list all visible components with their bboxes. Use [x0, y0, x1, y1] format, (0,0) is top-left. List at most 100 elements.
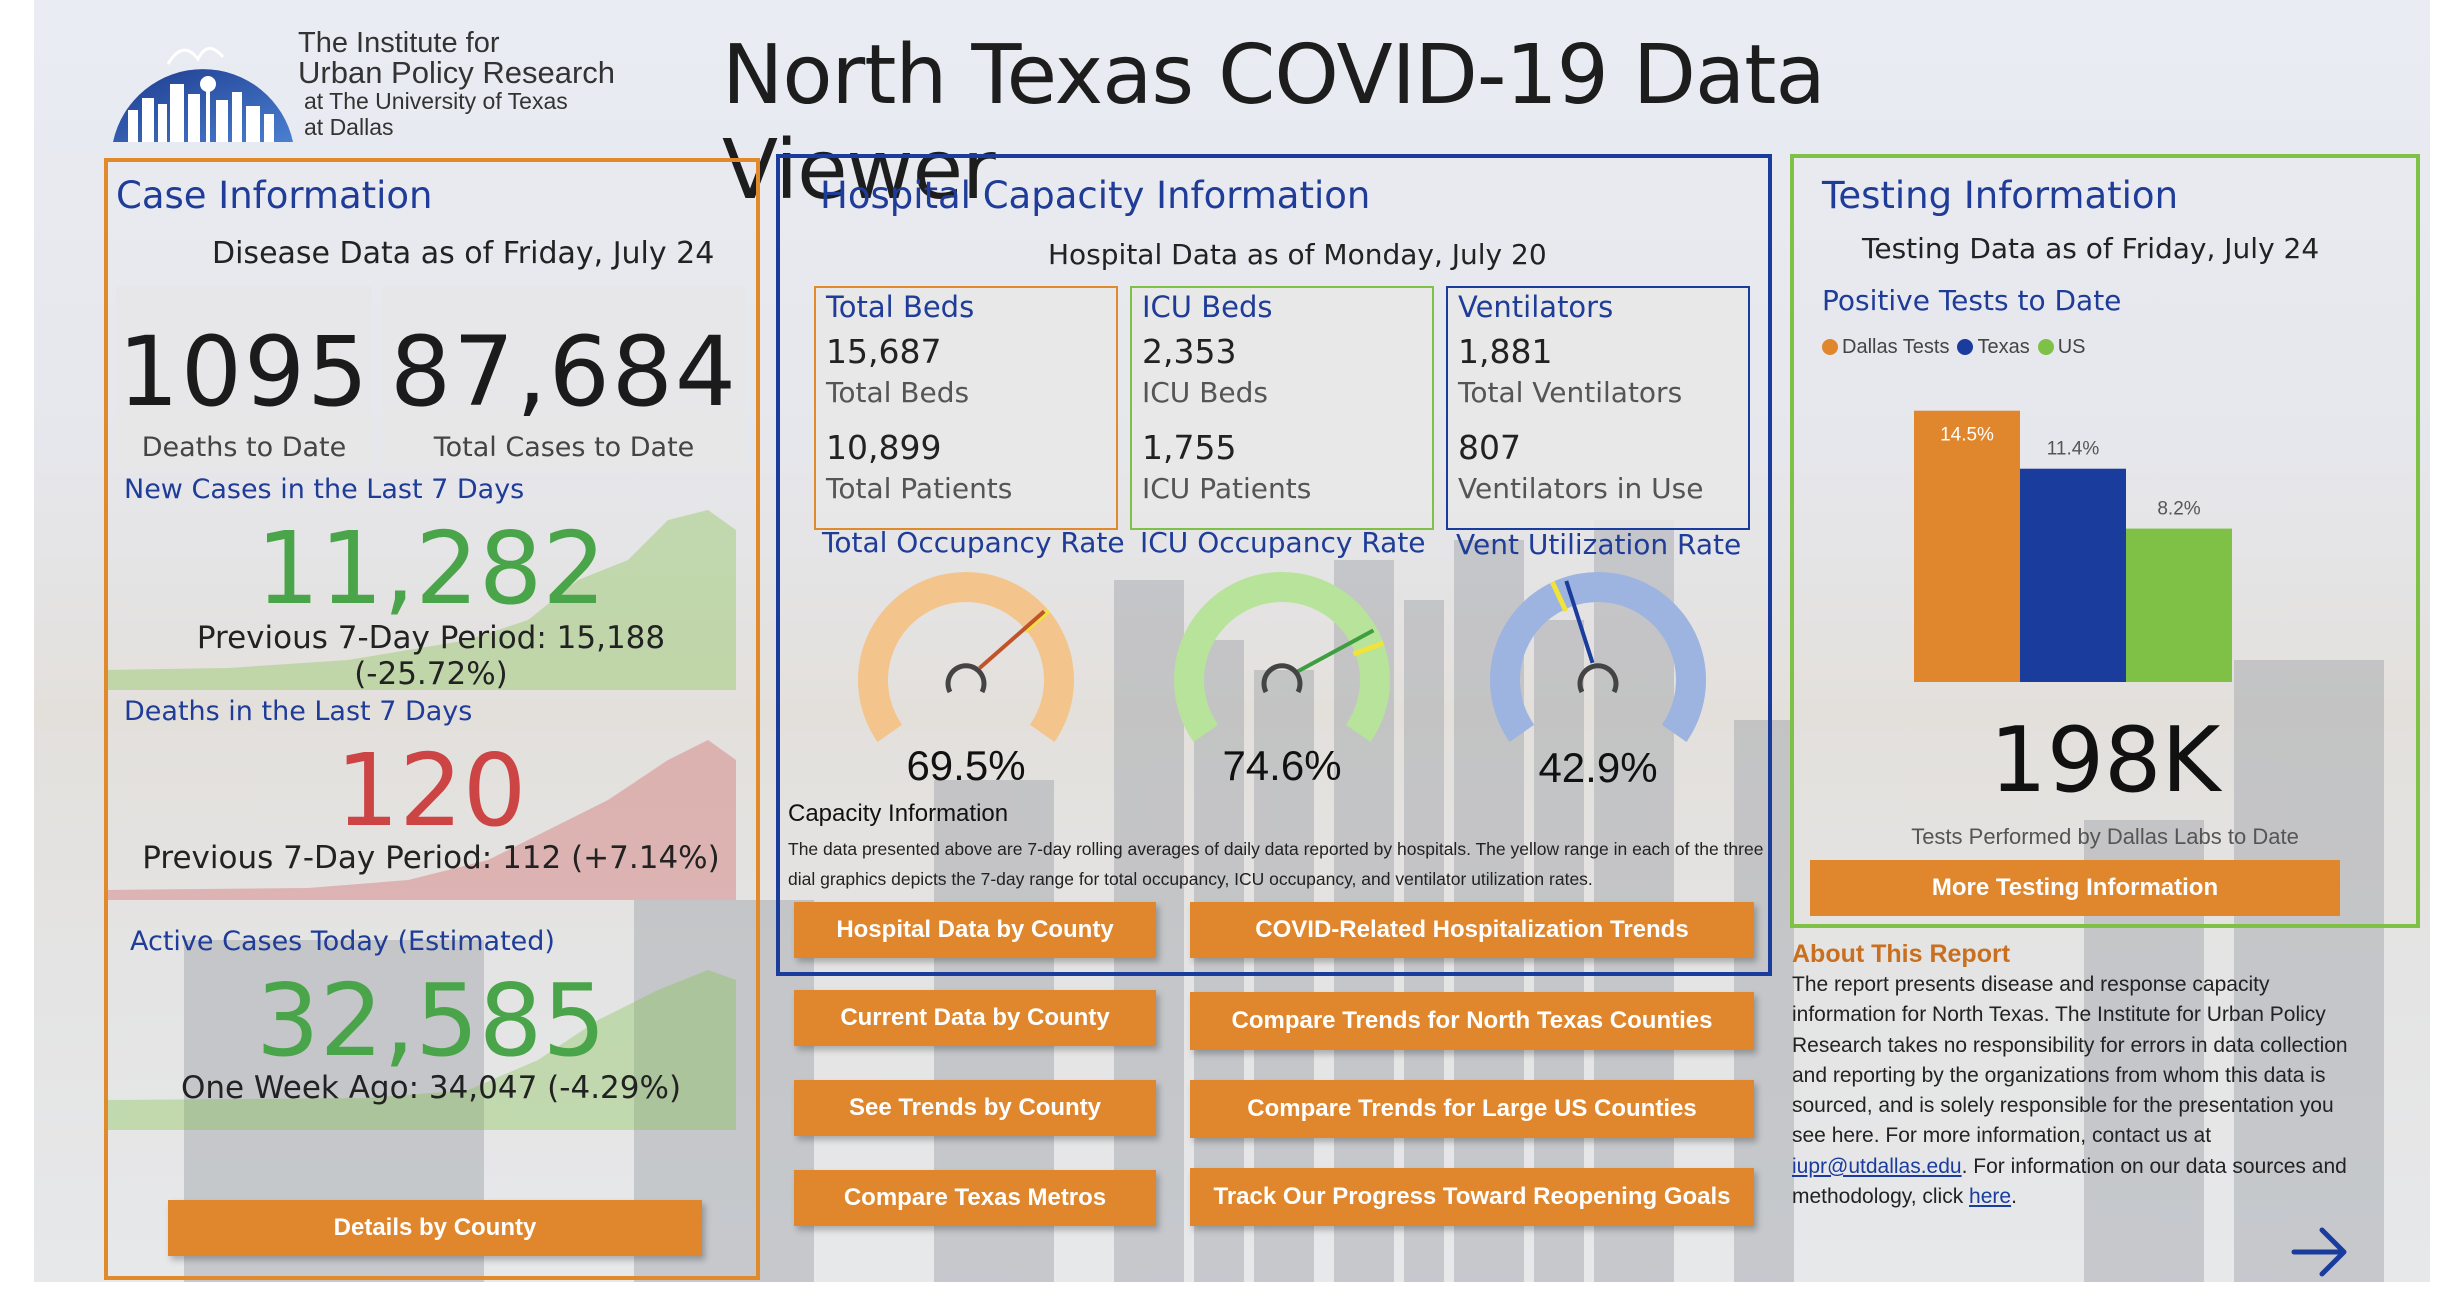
logo-line-1: The Institute for	[298, 27, 500, 59]
capacity-information-title: Capacity Information	[788, 800, 1009, 827]
logo-skyline-icon	[113, 47, 293, 142]
deaths-to-date-value: 1095	[117, 316, 371, 428]
dashboard-canvas: The Institute for Urban Policy Research …	[0, 0, 2440, 1290]
legend-us: US	[2037, 336, 2086, 359]
methodology-link[interactable]: here	[1969, 1185, 2011, 1208]
bar-dallas-tests	[1914, 410, 2020, 682]
tests-performed-value: 198K	[1989, 708, 2221, 813]
icu-beds-value: 2,353	[1142, 332, 1237, 371]
bar-us	[2126, 528, 2232, 682]
legend-dallas: Dallas Tests	[1822, 336, 1949, 359]
vent-utilization-title: Vent Utilization Rate	[1456, 528, 1742, 561]
new-cases-title: New Cases in the Last 7 Days	[124, 474, 525, 505]
active-cases-value: 32,585	[256, 962, 606, 1079]
ventilators-in-use-value: 807	[1458, 428, 1521, 467]
ventilators-card: Ventilators 1,881 Total Ventilators 807 …	[1446, 286, 1750, 530]
compare-north-texas-counties-button[interactable]: Compare Trends for North Texas Counties	[1190, 992, 1754, 1050]
new-cases-value: 11,282	[256, 510, 606, 627]
bar-label-0: 14.5%	[1940, 425, 1994, 446]
iupr-logo: The Institute for Urban Policy Research …	[108, 24, 628, 144]
logo-line-2: Urban Policy Research	[298, 55, 616, 90]
vent-utilization-gauge	[1490, 572, 1706, 742]
positive-tests-legend: Dallas Tests Texas US	[1822, 336, 2086, 359]
total-beds-card: Total Beds 15,687 Total Beds 10,899 Tota…	[814, 286, 1118, 530]
legend-dallas-dot	[1822, 339, 1838, 355]
total-beds-title: Total Beds	[826, 290, 975, 324]
legend-texas-label: Texas	[1977, 336, 2030, 358]
contact-email-link[interactable]: iupr@utdallas.edu	[1792, 1155, 1962, 1178]
icu-occupancy-value: 74.6%	[1222, 742, 1342, 789]
legend-texas: Texas	[1957, 336, 2030, 359]
current-data-by-county-button[interactable]: Current Data by County	[794, 990, 1156, 1046]
compare-texas-metros-button[interactable]: Compare Texas Metros	[794, 1170, 1156, 1226]
more-testing-button[interactable]: More Testing Information	[1810, 860, 2340, 916]
hospital-data-date: Hospital Data as of Monday, July 20	[1048, 238, 1547, 271]
details-by-county-button[interactable]: Details by County	[168, 1200, 702, 1256]
icu-occupancy-gauge	[1174, 572, 1390, 742]
about-report-text: The report presents disease and response…	[1792, 970, 2372, 1212]
capacity-information-text: The data presented above are 7-day rolli…	[788, 839, 1764, 889]
legend-us-dot	[2037, 339, 2054, 355]
bottom-frame-edge	[0, 1282, 2440, 1290]
new-cases-previous: Previous 7-Day Period: 15,188 (-25.72%)	[196, 620, 666, 692]
hospital-capacity-title: Hospital Capacity Information	[820, 174, 1371, 217]
logo-line-3: at The University of Texas	[304, 88, 568, 114]
testing-information-title: Testing Information	[1822, 174, 2179, 217]
total-patients-label: Total Patients	[826, 472, 1013, 505]
deaths-7-days-title: Deaths in the Last 7 Days	[124, 696, 473, 727]
case-information-title: Case Information	[116, 174, 433, 217]
icu-patients-label: ICU Patients	[1142, 472, 1312, 505]
legend-texas-dot	[1957, 339, 1974, 355]
deaths-to-date-label: Deaths to Date	[141, 432, 347, 463]
testing-data-date: Testing Data as of Friday, July 24	[1862, 232, 2320, 265]
logo-text: The Institute for Urban Policy Research …	[298, 28, 615, 140]
vent-utilization-value: 42.9%	[1538, 744, 1658, 791]
total-cases-value: 87,684	[390, 316, 738, 428]
icu-beds-label: ICU Beds	[1142, 376, 1268, 409]
active-cases-previous: One Week Ago: 34,047 (-4.29%)	[180, 1070, 682, 1106]
icu-patients-value: 1,755	[1142, 428, 1237, 467]
hospital-data-by-county-button[interactable]: Hospital Data by County	[794, 902, 1156, 958]
total-ventilators-value: 1,881	[1458, 332, 1553, 371]
gauge-hub	[1577, 663, 1619, 694]
icu-occupancy-title: ICU Occupancy Rate	[1140, 526, 1426, 559]
gauge-arc	[858, 572, 1074, 742]
ventilators-in-use-label: Ventilators in Use	[1458, 472, 1704, 505]
gauge-hub	[1261, 663, 1303, 694]
total-cases-label: Total Cases to Date	[433, 432, 695, 463]
gauge-arc	[1490, 572, 1706, 742]
about-report-title: About This Report	[1792, 940, 2011, 968]
deaths-7-days-previous: Previous 7-Day Period: 112 (+7.14%)	[142, 840, 720, 876]
total-cases-card: 87,684 Total Cases to Date	[382, 286, 746, 468]
disease-data-date: Disease Data as of Friday, July 24	[212, 236, 715, 271]
deaths-7-days-value: 120	[335, 732, 527, 849]
total-patients-value: 10,899	[826, 428, 942, 467]
total-ventilators-label: Total Ventilators	[1458, 376, 1683, 409]
active-cases-title: Active Cases Today (Estimated)	[130, 926, 555, 957]
icu-beds-title: ICU Beds	[1142, 290, 1273, 324]
bar-label-1: 11.4%	[2047, 439, 2100, 460]
hospitalization-trends-button[interactable]: COVID-Related Hospitalization Trends	[1190, 902, 1754, 958]
tests-performed-label: Tests Performed by Dallas Labs to Date	[1911, 824, 2299, 849]
total-occupancy-gauge	[858, 572, 1074, 742]
arrow-right-icon[interactable]	[2290, 1224, 2350, 1280]
positive-tests-chart: 14.5% 11.4% 8.2%	[1914, 410, 2232, 682]
total-occupancy-value: 69.5%	[906, 742, 1026, 789]
about-text-part1: The report presents disease and response…	[1792, 973, 2348, 1148]
icu-beds-card: ICU Beds 2,353 ICU Beds 1,755 ICU Patien…	[1130, 286, 1434, 530]
bar-texas	[2020, 468, 2126, 682]
about-text-part3: .	[2011, 1185, 2017, 1209]
logo-line-4: at Dallas	[304, 114, 394, 140]
total-beds-value: 15,687	[826, 332, 942, 371]
reopening-goals-button[interactable]: Track Our Progress Toward Reopening Goal…	[1190, 1168, 1754, 1226]
left-frame-edge	[0, 0, 34, 1290]
total-beds-label: Total Beds	[826, 376, 970, 409]
deaths-to-date-card: 1095 Deaths to Date	[116, 286, 372, 468]
ventilators-title: Ventilators	[1458, 290, 1614, 324]
right-frame-edge	[2430, 0, 2440, 1290]
positive-tests-title: Positive Tests to Date	[1822, 284, 2122, 317]
compare-large-us-counties-button[interactable]: Compare Trends for Large US Counties	[1190, 1080, 1754, 1138]
bar-label-2: 8.2%	[2157, 499, 2200, 520]
see-trends-by-county-button[interactable]: See Trends by County	[794, 1080, 1156, 1136]
gauge-hub	[945, 663, 987, 694]
